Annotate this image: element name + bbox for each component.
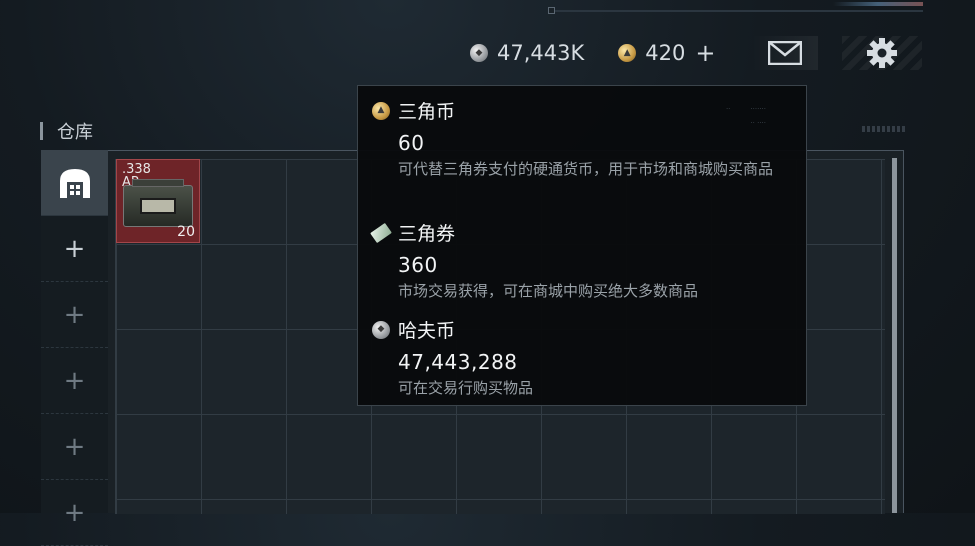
tab-add-1[interactable]: + <box>41 216 108 282</box>
top-status-line <box>548 2 923 14</box>
entry-value: 360 <box>398 253 438 277</box>
tri-coin-amount: 420 <box>645 41 686 65</box>
grid-scrollbar[interactable] <box>892 158 897 513</box>
entry-desc: 可代替三角券支付的硬通货币，用于市场和商城购买商品 <box>398 160 774 178</box>
warehouse-tabs: + + + + + <box>41 150 108 546</box>
entry-name: 三角币 <box>398 101 456 123</box>
tri-coin-icon: ▲ <box>618 44 637 62</box>
plus-icon: + <box>63 233 86 264</box>
haf-coin-icon: ◆ <box>470 44 488 62</box>
entry-name: 三角券 <box>398 223 456 245</box>
item-count: 20 <box>177 224 195 240</box>
ammo-box-icon <box>123 179 193 227</box>
warehouse-title: 仓库 <box>40 118 93 144</box>
status-line-knob <box>548 7 555 14</box>
tab-add-3[interactable]: + <box>41 348 108 414</box>
tab-warehouse[interactable] <box>41 150 108 216</box>
tooltip-entry-tri-coin: ▲ 三角币 60 可代替三角券支付的硬通货币，用于市场和商城购买商品 <box>372 97 798 182</box>
haf-coin-balance[interactable]: ◆ 47,443K <box>470 41 584 65</box>
plus-icon: + <box>63 299 86 330</box>
add-currency-button[interactable]: + <box>695 39 715 67</box>
entry-value: 60 <box>398 131 425 155</box>
gear-icon <box>867 38 897 68</box>
haf-coin-amount: 47,443K <box>497 41 585 65</box>
tooltip-entry-tri-ticket: 三角券 360 市场交易获得，可在商城中购买绝大多数商品 <box>370 219 798 304</box>
tab-add-4[interactable]: + <box>41 414 108 480</box>
warehouse-icon <box>59 168 90 198</box>
title-accent-bar <box>40 122 43 140</box>
tooltip-entry-haf-coin: ◆ 哈夫币 47,443,288 可在交易行购买物品 <box>372 316 798 401</box>
mail-button[interactable] <box>752 36 818 70</box>
entry-value: 47,443,288 <box>398 350 518 374</box>
currency-tooltip: ·· ······· ·· ···· ▲ 三角币 60 可代替三角券支付的硬通货币… <box>357 85 807 406</box>
haf-coin-icon: ◆ <box>372 320 390 339</box>
settings-button[interactable] <box>842 36 922 70</box>
inventory-item-ammo-box[interactable]: .338 AP 20 <box>116 159 200 243</box>
status-line-accent <box>833 2 923 6</box>
mail-icon <box>768 41 802 65</box>
warehouse-title-text: 仓库 <box>57 122 93 143</box>
warehouse-capacity-mark <box>862 126 906 132</box>
currency-bar: ◆ 47,443K ▲ 420 + <box>470 36 715 70</box>
plus-icon: + <box>63 365 86 396</box>
tri-coin-balance[interactable]: ▲ 420 + <box>618 39 715 67</box>
entry-desc: 市场交易获得，可在商城中购买绝大多数商品 <box>398 282 699 300</box>
tab-add-5[interactable]: + <box>41 480 108 546</box>
tri-coin-icon: ▲ <box>372 101 390 120</box>
entry-desc: 可在交易行购买物品 <box>398 379 534 397</box>
entry-name: 哈夫币 <box>398 320 456 342</box>
tab-add-2[interactable]: + <box>41 282 108 348</box>
plus-icon: + <box>63 431 86 462</box>
tri-ticket-icon <box>370 222 392 243</box>
